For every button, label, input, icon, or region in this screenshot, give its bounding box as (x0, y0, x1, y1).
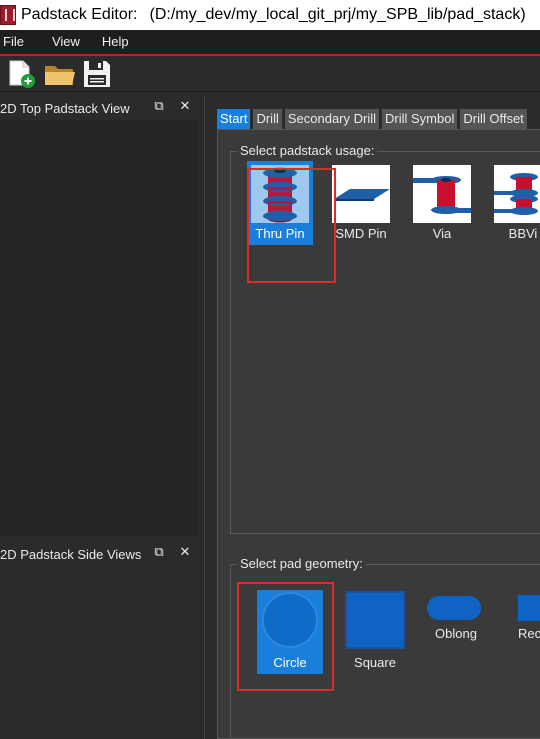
via-label: Via (432, 226, 452, 241)
tab-bar: Start Drill Secondary Drill Drill Symbol… (217, 109, 530, 129)
thru-pin-highlight-box (247, 168, 336, 283)
tab-start[interactable]: Start (217, 109, 251, 129)
rectangle-shape-icon (518, 595, 540, 621)
usage-bbvia[interactable]: BBVi (490, 161, 540, 245)
tab-secondary-drill[interactable]: Secondary Drill (284, 109, 380, 129)
usage-smd-pin[interactable]: SMD Pin (328, 161, 394, 245)
top-view-canvas[interactable] (0, 120, 199, 536)
smd-pin-thumbnail (332, 165, 390, 223)
menu-file[interactable]: File (0, 30, 28, 54)
menu-bar: File View Help (0, 30, 540, 54)
title-bar: Padstack Editor: (D:/my_dev/my_local_git… (0, 0, 540, 30)
top-view-float-icon[interactable]: ⧉ (152, 100, 166, 114)
menu-help[interactable]: Help (98, 30, 133, 54)
window-title: Padstack Editor: (21, 6, 138, 23)
usage-via[interactable]: Via (409, 161, 475, 245)
toolbar (0, 56, 540, 92)
bbvia-thumbnail (494, 165, 540, 223)
top-view-panel-header: 2D Top Padstack View ⧉ ✕ (0, 96, 200, 120)
tab-drill[interactable]: Drill (253, 109, 282, 129)
side-view-close-icon[interactable]: ✕ (178, 546, 192, 560)
bbvia-label: BBVi (508, 226, 538, 241)
tab-drill-symbol[interactable]: Drill Symbol (382, 109, 458, 129)
oblong-label: Oblong (435, 626, 477, 641)
via-icon (413, 176, 471, 214)
app-logo-icon (0, 5, 16, 25)
square-shape-icon (345, 591, 405, 649)
menu-view[interactable]: View (48, 30, 84, 54)
smd-pin-icon (334, 189, 390, 201)
rectangle-label: Rectan (518, 626, 540, 641)
geometry-oblong[interactable]: Oblong (423, 590, 489, 674)
circle-highlight-box (237, 582, 334, 691)
save-button[interactable] (82, 59, 112, 89)
usage-group-title: Select padstack usage: (237, 143, 378, 158)
side-view-canvas[interactable] (0, 566, 199, 739)
square-label: Square (354, 655, 396, 670)
geometry-rectangle[interactable]: Rectan (504, 590, 540, 674)
top-view-close-icon[interactable]: ✕ (178, 100, 192, 114)
new-file-icon (9, 60, 35, 88)
tab-drill-offset[interactable]: Drill Offset (460, 109, 527, 129)
via-thumbnail (413, 165, 471, 223)
geometry-group-title: Select pad geometry: (237, 556, 366, 571)
geometry-square[interactable]: Square (342, 590, 408, 674)
side-view-float-icon[interactable]: ⧉ (152, 546, 166, 560)
side-view-panel-title: 2D Padstack Side Views (0, 546, 142, 562)
new-button[interactable] (7, 59, 37, 89)
oblong-shape-icon (427, 596, 481, 620)
bbvia-icon (494, 173, 538, 215)
smd-pin-label: SMD Pin (335, 226, 387, 241)
window-file-path: (D:/my_dev/my_local_git_prj/my_SPB_lib/p… (149, 6, 526, 23)
open-button[interactable] (44, 59, 75, 89)
side-view-panel-header: 2D Padstack Side Views ⧉ ✕ (0, 542, 200, 566)
top-view-panel-title: 2D Top Padstack View (0, 100, 130, 116)
open-folder-icon (45, 66, 75, 85)
save-disk-icon (84, 61, 110, 87)
padstack-editor-window: Padstack Editor: (D:/my_dev/my_local_git… (0, 0, 540, 739)
